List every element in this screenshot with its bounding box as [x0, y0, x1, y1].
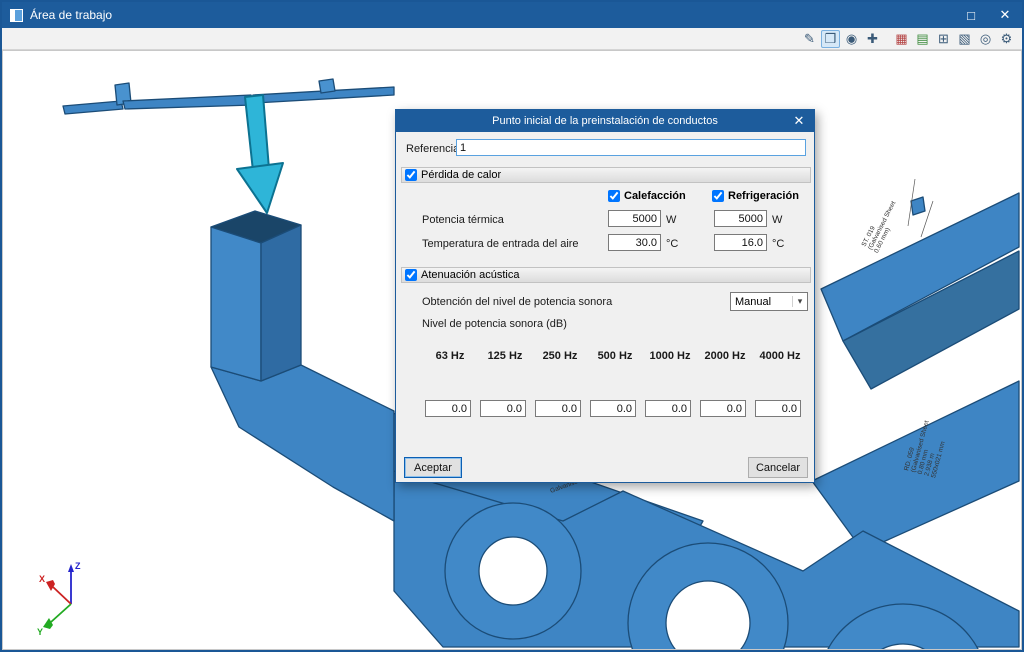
reference-input[interactable]	[456, 139, 806, 156]
level-500-input[interactable]	[590, 400, 636, 417]
cancel-button[interactable]: Cancelar	[748, 457, 808, 478]
duct-start-point-dialog: Punto inicial de la preinstalación de co…	[395, 109, 815, 483]
heat-loss-label: Pérdida de calor	[421, 169, 501, 181]
reference-label: Referencia	[406, 143, 459, 155]
dialog-title: Punto inicial de la preinstalación de co…	[396, 110, 814, 132]
cooling-column: Refrigeración	[712, 190, 799, 202]
thermal-power-heating-input[interactable]	[608, 210, 661, 227]
heat-loss-checkbox[interactable]	[405, 169, 417, 181]
sound-power-levels-label: Nivel de potencia sonora (dB)	[422, 318, 567, 330]
y-axis-label: Y	[37, 627, 43, 637]
workspace-window: Área de trabajo □ ✕ ✎ ❒ ◉ ✚ ▦ ▤ ⊞ ▧ ◎ ⚙	[0, 0, 1024, 652]
window-titlebar: Área de trabajo □ ✕	[2, 2, 1022, 28]
window-title: Área de trabajo	[30, 8, 954, 22]
thermal-power-cooling-unit: W	[772, 214, 782, 226]
z-axis-label: Z	[75, 561, 81, 571]
maximize-button[interactable]: □	[954, 2, 988, 28]
duct-annotation: ST. 019 (Galvanised Sheet 0.60 mm)	[861, 195, 905, 254]
close-button[interactable]: ✕	[988, 2, 1022, 28]
toolbar: ✎ ❒ ◉ ✚ ▦ ▤ ⊞ ▧ ◎ ⚙	[2, 28, 1022, 50]
view-cube-icon[interactable]: ❒	[821, 30, 840, 48]
inlet-temp-cooling-input[interactable]	[714, 234, 767, 251]
acoustic-group-header: Atenuación acústica	[401, 267, 811, 283]
heating-label: Calefacción	[624, 190, 686, 202]
heating-checkbox[interactable]	[608, 190, 620, 202]
sound-power-method-select[interactable]: Manual ▾	[730, 292, 808, 311]
dialog-close-icon[interactable]: ✕	[788, 110, 810, 132]
freq-250-label: 250 Hz	[534, 350, 586, 362]
sound-power-method-label: Obtención del nivel de potencia sonora	[422, 296, 612, 308]
axis-gizmo: Z X Y	[37, 561, 81, 637]
thermal-power-heating-unit: W	[666, 214, 676, 226]
draw-duct-icon[interactable]: ✎	[800, 30, 819, 48]
app-icon	[10, 9, 23, 22]
acoustic-checkbox[interactable]	[405, 269, 417, 281]
freq-4000-label: 4000 Hz	[754, 350, 806, 362]
freq-1000-label: 1000 Hz	[644, 350, 696, 362]
freq-125-label: 125 Hz	[479, 350, 531, 362]
sound-power-method-value: Manual	[735, 296, 771, 308]
thermal-power-cooling-input[interactable]	[714, 210, 767, 227]
thermal-power-label: Potencia térmica	[422, 214, 504, 226]
freq-500-label: 500 Hz	[589, 350, 641, 362]
level-125-input[interactable]	[480, 400, 526, 417]
pan-icon[interactable]: ✚	[863, 30, 882, 48]
heating-column: Calefacción	[608, 190, 686, 202]
accept-button[interactable]: Aceptar	[404, 457, 462, 478]
selection-arrow	[237, 95, 283, 213]
freq-2000-label: 2000 Hz	[699, 350, 751, 362]
inlet-temp-heating-input[interactable]	[608, 234, 661, 251]
chevron-down-icon: ▾	[792, 296, 807, 307]
chart-icon[interactable]: ▤	[913, 30, 932, 48]
level-63-input[interactable]	[425, 400, 471, 417]
cooling-checkbox[interactable]	[712, 190, 724, 202]
level-2000-input[interactable]	[700, 400, 746, 417]
inlet-temp-label: Temperatura de entrada del aire	[422, 238, 579, 250]
level-1000-input[interactable]	[645, 400, 691, 417]
freq-63-label: 63 Hz	[424, 350, 476, 362]
x-axis-label: X	[39, 574, 45, 584]
results-icon[interactable]: ▦	[892, 30, 911, 48]
settings-icon[interactable]: ⚙	[997, 30, 1016, 48]
level-4000-input[interactable]	[755, 400, 801, 417]
heat-loss-group-header: Pérdida de calor	[401, 167, 811, 183]
inlet-temp-cooling-unit: °C	[772, 238, 784, 250]
visibility-icon[interactable]: ◎	[976, 30, 995, 48]
table-icon[interactable]: ⊞	[934, 30, 953, 48]
layers-icon[interactable]: ▧	[955, 30, 974, 48]
inlet-temp-heating-unit: °C	[666, 238, 678, 250]
orbit-icon[interactable]: ◉	[842, 30, 861, 48]
acoustic-label: Atenuación acústica	[421, 269, 519, 281]
cooling-label: Refrigeración	[728, 190, 799, 202]
level-250-input[interactable]	[535, 400, 581, 417]
